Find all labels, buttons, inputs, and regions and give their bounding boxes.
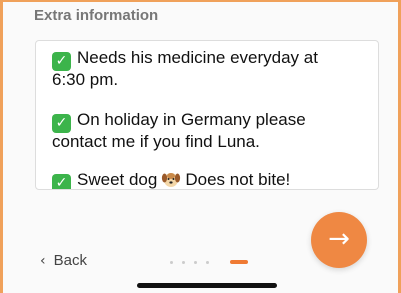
back-label: Back: [53, 252, 87, 269]
page-dot: [170, 261, 173, 264]
page-dot: [182, 261, 185, 264]
chevron-left-icon: ‹: [40, 253, 46, 269]
page-dot: [194, 261, 197, 264]
page-dot-active: [230, 260, 248, 264]
note-line-1: ✓ Needs his medicine everyday at: [52, 47, 318, 71]
back-button[interactable]: ‹ Back: [40, 252, 87, 269]
home-indicator[interactable]: [137, 283, 277, 288]
next-button[interactable]: →: [311, 212, 367, 268]
note-line-2: 6:30 pm.: [52, 70, 119, 89]
page-dot: [206, 261, 209, 264]
section-label: Extra information: [34, 7, 159, 24]
note-line-4: contact me if you find Luna.: [52, 132, 260, 151]
note-line-5: ✓ Sweet dog Does not bite!: [52, 169, 290, 189]
dog-face-icon: [162, 173, 181, 187]
arrow-right-icon: →: [328, 224, 350, 254]
note-line-3: ✓ On holiday in Germany please: [52, 109, 306, 133]
check-mark-icon: ✓: [52, 174, 71, 189]
extra-info-textarea[interactable]: ✓ Needs his medicine everyday at 6:30 pm.…: [35, 40, 379, 190]
